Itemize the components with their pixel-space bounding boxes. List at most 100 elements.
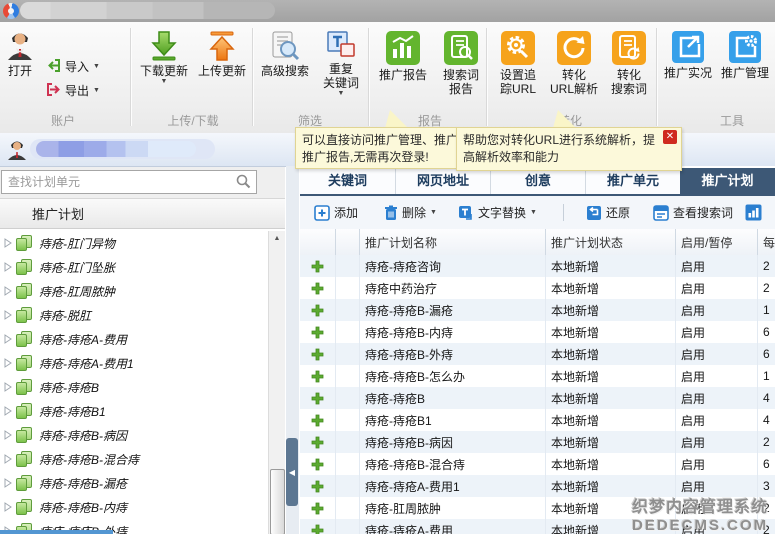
- add-plan-icon[interactable]: [300, 497, 336, 519]
- export-button[interactable]: 导出 ▼: [46, 82, 100, 99]
- set-tracking-url-button[interactable]: 设置追 踪URL: [492, 30, 544, 96]
- tab-web-address[interactable]: 网页地址: [395, 168, 490, 194]
- conversion-url-parse-label: 转化 URL解析: [546, 68, 602, 96]
- balloon-tail: [385, 110, 408, 128]
- table-row[interactable]: 痔疮-痔疮B-内痔 本地新增 启用 6: [300, 321, 775, 343]
- text-replace-button[interactable]: 文字替换 ▼: [458, 204, 537, 221]
- plan-name: 痔疮-痔疮A-费用1: [360, 475, 546, 497]
- table-row[interactable]: 痔疮-痔疮B-混合痔 本地新增 启用 6: [300, 453, 775, 475]
- upload-update-button[interactable]: 上传更新: [194, 30, 250, 78]
- tree-item[interactable]: 痔疮-痔疮A-费用1: [0, 351, 268, 375]
- table-row[interactable]: 痔疮-痔疮咨询 本地新增 启用 2: [300, 255, 775, 277]
- promotion-manage-button[interactable]: 推广管理: [718, 30, 772, 80]
- tree-item[interactable]: 痔疮-肛门异物: [0, 231, 268, 255]
- add-plan-icon[interactable]: [300, 343, 336, 365]
- duplicate-keywords-caret-icon[interactable]: ▼: [314, 90, 368, 98]
- restore-label: 还原: [606, 204, 630, 221]
- promotion-live-label: 推广实况: [662, 66, 714, 80]
- table-row[interactable]: 痔疮-痔疮B 本地新增 启用 4: [300, 387, 775, 409]
- window-title-blurred: [20, 2, 275, 19]
- data-chart-button[interactable]: [745, 204, 762, 221]
- plan-state: 启用: [676, 387, 758, 409]
- plan-name: 痔疮-痔疮B-外痔: [360, 343, 546, 365]
- table-row[interactable]: 痔疮-痔疮B-病因 本地新增 启用 2: [300, 431, 775, 453]
- header-plan-name[interactable]: 推广计划名称: [360, 229, 546, 255]
- promotion-report-button[interactable]: 推广报告: [376, 30, 430, 82]
- balloon-close-icon[interactable]: [663, 130, 677, 144]
- text-replace-caret-icon[interactable]: ▼: [530, 209, 537, 217]
- view-search-terms-button[interactable]: 查看搜索词: [653, 204, 733, 221]
- download-update-button[interactable]: 下载更新 ▼: [136, 30, 192, 86]
- plan-state: 启用: [676, 343, 758, 365]
- tab-promotion-plan[interactable]: 推广计划: [680, 168, 775, 194]
- export-dropdown-caret-icon[interactable]: ▼: [93, 87, 100, 95]
- conversion-search-terms-button[interactable]: 转化 搜索词: [604, 30, 654, 96]
- add-plan-icon[interactable]: [300, 475, 336, 497]
- plan-pages-icon: [15, 307, 33, 323]
- add-plan-icon[interactable]: [300, 387, 336, 409]
- tree-item[interactable]: 痔疮-肛周脓肿: [0, 279, 268, 303]
- tree-item[interactable]: 痔疮-痔疮B-内痔: [0, 495, 268, 519]
- tree-item[interactable]: 痔疮-脱肛: [0, 303, 268, 327]
- tree-item[interactable]: 痔疮-痔疮B-混合痔: [0, 447, 268, 471]
- tab-keywords[interactable]: 关键词: [300, 168, 395, 194]
- plan-state: 启用: [676, 453, 758, 475]
- tree-item[interactable]: 痔疮-痔疮B-漏疮: [0, 471, 268, 495]
- add-plan-icon[interactable]: [300, 519, 336, 534]
- tab-creative[interactable]: 创意: [490, 168, 585, 194]
- tree-item[interactable]: 痔疮-痔疮B-病因: [0, 423, 268, 447]
- add-plan-icon[interactable]: [300, 431, 336, 453]
- duplicate-keywords-button[interactable]: 重复 关键词 ▼: [314, 30, 368, 98]
- plan-status: 本地新增: [546, 277, 676, 299]
- plan-status: 本地新增: [546, 387, 676, 409]
- scroll-up-arrow-icon[interactable]: ▲: [269, 231, 285, 247]
- search-icon[interactable]: [236, 174, 251, 194]
- add-plan-icon[interactable]: [300, 277, 336, 299]
- title-bar[interactable]: [0, 0, 775, 23]
- import-button[interactable]: 导入 ▼: [46, 58, 100, 75]
- add-plan-icon[interactable]: [300, 453, 336, 475]
- plan-state: 启用: [676, 277, 758, 299]
- search-input[interactable]: [1, 170, 257, 194]
- plan-status: 本地新增: [546, 321, 676, 343]
- add-plan-icon[interactable]: [300, 409, 336, 431]
- header-enable-pause[interactable]: 启用/暂停: [676, 229, 758, 255]
- search-term-report-button[interactable]: 搜索词 报告: [434, 30, 488, 96]
- open-account-button[interactable]: 打开: [2, 30, 38, 78]
- add-plan-icon[interactable]: [300, 255, 336, 277]
- delete-button[interactable]: 删除 ▼: [384, 204, 437, 221]
- table-row[interactable]: 痔疮-痔疮B-外痔 本地新增 启用 6: [300, 343, 775, 365]
- add-button[interactable]: 添加: [314, 204, 358, 221]
- promotion-live-button[interactable]: 推广实况: [662, 30, 714, 80]
- conversion-url-parse-button[interactable]: 转化 URL解析: [546, 30, 602, 96]
- plan-search-bar: [0, 167, 285, 198]
- tree-item[interactable]: 痔疮-痔疮B: [0, 375, 268, 399]
- tree-item[interactable]: 痔疮-痔疮B1: [0, 399, 268, 423]
- set-tracking-url-label: 设置追 踪URL: [492, 68, 544, 96]
- splitter-collapse-handle[interactable]: ◀: [286, 438, 298, 506]
- tree-scrollbar[interactable]: ▲: [268, 231, 285, 534]
- add-plan-icon[interactable]: [300, 299, 336, 321]
- expand-arrow-icon: [3, 430, 13, 440]
- restore-button[interactable]: 还原: [586, 204, 630, 221]
- tab-promotion-unit[interactable]: 推广单元: [585, 168, 680, 194]
- header-plan-status[interactable]: 推广计划状态: [546, 229, 676, 255]
- table-row[interactable]: 痔疮-痔疮B-怎么办 本地新增 启用 1: [300, 365, 775, 387]
- header-budget-partial[interactable]: 每: [758, 229, 775, 255]
- businessman-icon: [2, 30, 38, 62]
- add-plan-icon[interactable]: [300, 321, 336, 343]
- table-row[interactable]: 痔疮-痔疮B1 本地新增 启用 4: [300, 409, 775, 431]
- tree-scrollbar-thumb[interactable]: [270, 469, 285, 534]
- tree-item[interactable]: 痔疮-肛门坠胀: [0, 255, 268, 279]
- import-dropdown-caret-icon[interactable]: ▼: [93, 63, 100, 71]
- plan-budget: 4: [758, 387, 775, 409]
- advanced-search-button[interactable]: 高级搜索: [258, 30, 312, 78]
- table-row[interactable]: 痔疮-痔疮B-漏疮 本地新增 启用 1: [300, 299, 775, 321]
- table-row[interactable]: 痔疮中药治疗 本地新增 启用 2: [300, 277, 775, 299]
- add-plan-icon[interactable]: [300, 365, 336, 387]
- plan-budget: 2: [758, 431, 775, 453]
- group-separator: [368, 28, 370, 126]
- delete-caret-icon[interactable]: ▼: [430, 209, 437, 217]
- download-update-caret-icon[interactable]: ▼: [136, 78, 192, 86]
- tree-item[interactable]: 痔疮-痔疮A-费用: [0, 327, 268, 351]
